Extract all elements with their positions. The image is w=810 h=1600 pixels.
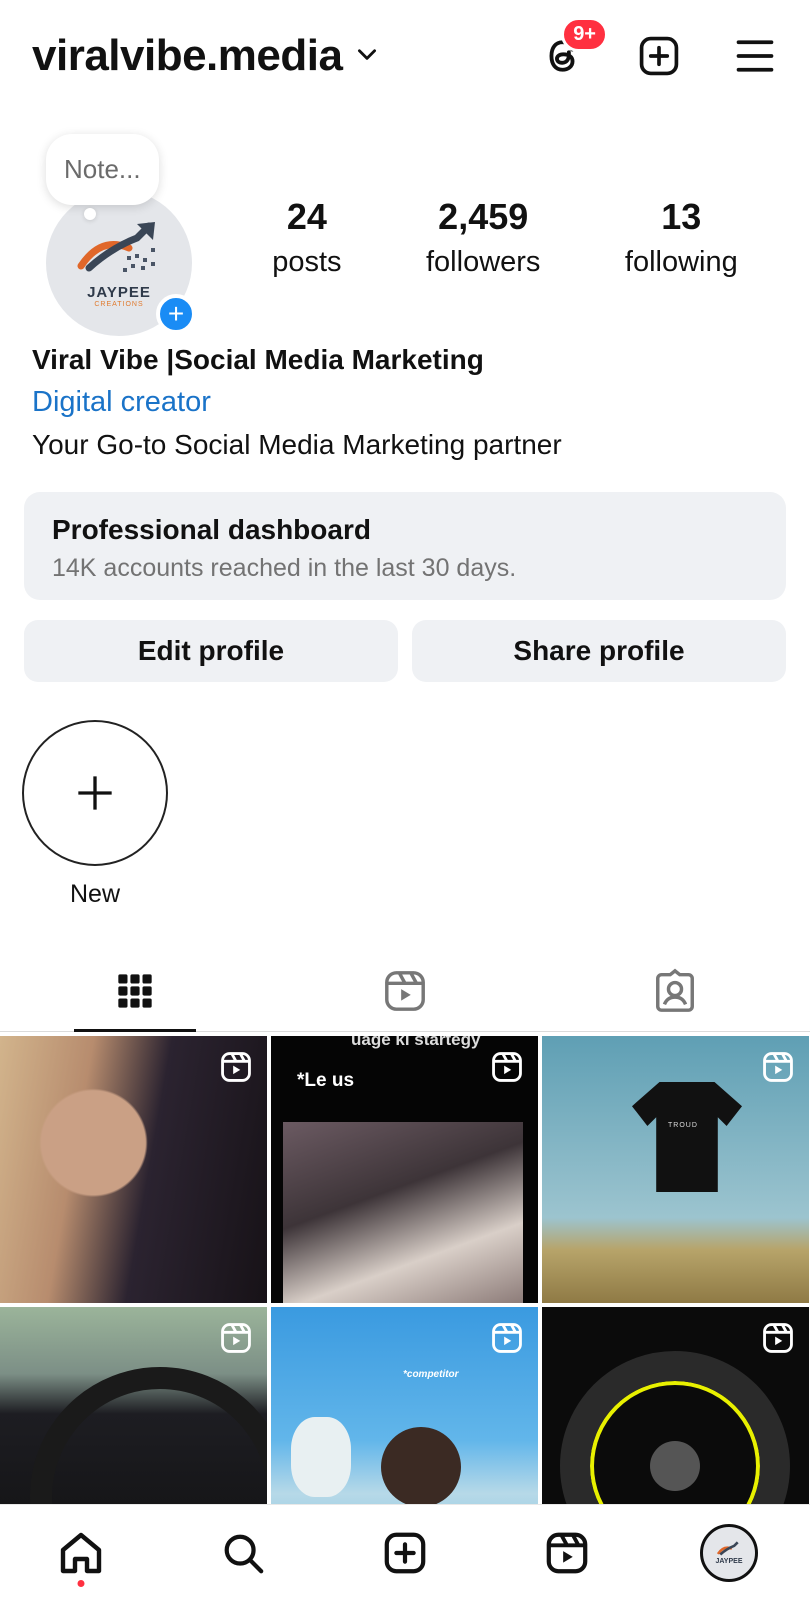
stat-label: posts [272, 246, 342, 278]
tile-cartoon-shape [381, 1427, 461, 1507]
chevron-down-icon[interactable] [354, 41, 380, 72]
profile-actions: Edit profile Share profile [24, 620, 786, 682]
nav-profile[interactable]: JAYPEE [699, 1523, 759, 1583]
content-tabs [0, 950, 810, 1032]
tile-shirt-text: TROUD [668, 1122, 698, 1129]
brand-logo-icon [716, 1541, 739, 1556]
brand-logo-icon [77, 222, 155, 272]
reel-icon [221, 1323, 251, 1353]
reel-icon [763, 1052, 793, 1082]
add-story-button[interactable]: + [156, 294, 196, 334]
new-highlight[interactable]: New [22, 720, 168, 909]
tile-video-frame [283, 1122, 523, 1303]
nav-create[interactable] [375, 1523, 435, 1583]
plus-icon [78, 776, 112, 810]
reel-icon [492, 1052, 522, 1082]
hamburger-icon [736, 40, 774, 72]
stat-label: followers [426, 246, 541, 278]
notification-badge: 9+ [561, 17, 608, 52]
tile-shirt-shape [632, 1082, 742, 1192]
bottom-nav: JAYPEE [0, 1504, 810, 1600]
post-tile[interactable]: TROUD [542, 1036, 809, 1303]
username[interactable]: viralvibe.media [32, 31, 343, 81]
share-profile-button[interactable]: Share profile [412, 620, 786, 682]
bio: Viral Vibe |Social Media Marketing Digit… [32, 344, 778, 461]
nav-reels[interactable] [537, 1523, 597, 1583]
tab-posts[interactable] [0, 950, 270, 1031]
tab-reels[interactable] [270, 950, 540, 1031]
create-button[interactable] [636, 33, 682, 79]
note-bubble-tail [84, 208, 96, 220]
grid-icon [118, 973, 152, 1008]
notification-dot [77, 1579, 85, 1587]
post-tile[interactable] [0, 1036, 267, 1303]
stat-value: 2,459 [438, 196, 529, 237]
new-highlight-circle[interactable] [22, 720, 168, 866]
posts-grid: uage ki startegy *Le us TROUD *competito… [0, 1036, 810, 1574]
tile-wheel-hub [650, 1441, 700, 1491]
professional-dashboard[interactable]: Professional dashboard 14K accounts reac… [24, 492, 786, 600]
profile-avatar[interactable]: JAYPEE CREATIONS + [46, 190, 196, 336]
new-highlight-label: New [69, 880, 120, 908]
tile-caption: *Le us [297, 1070, 355, 1091]
tile-cartoon-shape [291, 1417, 351, 1497]
threads-button[interactable]: 9+ [540, 17, 608, 79]
stat-label: following [624, 246, 738, 278]
reel-icon [763, 1323, 793, 1353]
avatar-brand-text: JAYPEE [715, 1558, 743, 1565]
tile-caption: *competitor [403, 1369, 459, 1380]
edit-profile-button[interactable]: Edit profile [24, 620, 398, 682]
reels-icon [546, 1532, 588, 1573]
tagged-icon [656, 968, 694, 1012]
tile-top-text: uage ki startegy [351, 1036, 481, 1049]
stat-value: 13 [661, 196, 702, 237]
note-placeholder: Note... [64, 154, 141, 184]
reel-icon [221, 1052, 251, 1082]
dashboard-subtitle: 14K accounts reached in the last 30 days… [52, 554, 517, 582]
search-icon [224, 1534, 264, 1573]
avatar-brand-text: JAYPEE [87, 284, 151, 301]
note-bubble[interactable]: Note... [46, 134, 159, 205]
nav-home[interactable] [51, 1523, 111, 1587]
home-icon [60, 1532, 102, 1573]
nav-search[interactable] [213, 1523, 273, 1583]
stat-following[interactable]: 13 following [625, 196, 738, 279]
category-label[interactable]: Digital creator [32, 386, 778, 419]
menu-button[interactable] [732, 33, 778, 79]
stat-posts[interactable]: 24 posts [272, 196, 341, 279]
account-switcher[interactable]: viralvibe.media [32, 31, 380, 81]
plus-square-icon [639, 36, 679, 76]
avatar: JAYPEE [700, 1523, 758, 1582]
top-bar: viralvibe.media 9+ [32, 17, 778, 92]
stat-followers[interactable]: 2,459 followers [426, 196, 540, 279]
stat-value: 24 [286, 196, 327, 237]
reel-icon [492, 1323, 522, 1353]
avatar-brand-subtext: CREATIONS [94, 301, 144, 308]
plus-square-icon [384, 1532, 426, 1573]
profile-stats: 24 posts 2,459 followers 13 following [230, 196, 780, 279]
reels-icon [385, 970, 425, 1011]
tab-tagged[interactable] [540, 950, 810, 1031]
post-tile[interactable]: uage ki startegy *Le us [271, 1036, 538, 1303]
dashboard-title: Professional dashboard [52, 514, 371, 545]
bio-text: Your Go-to Social Media Marketing partne… [32, 429, 562, 460]
display-name: Viral Vibe |Social Media Marketing [32, 344, 484, 375]
